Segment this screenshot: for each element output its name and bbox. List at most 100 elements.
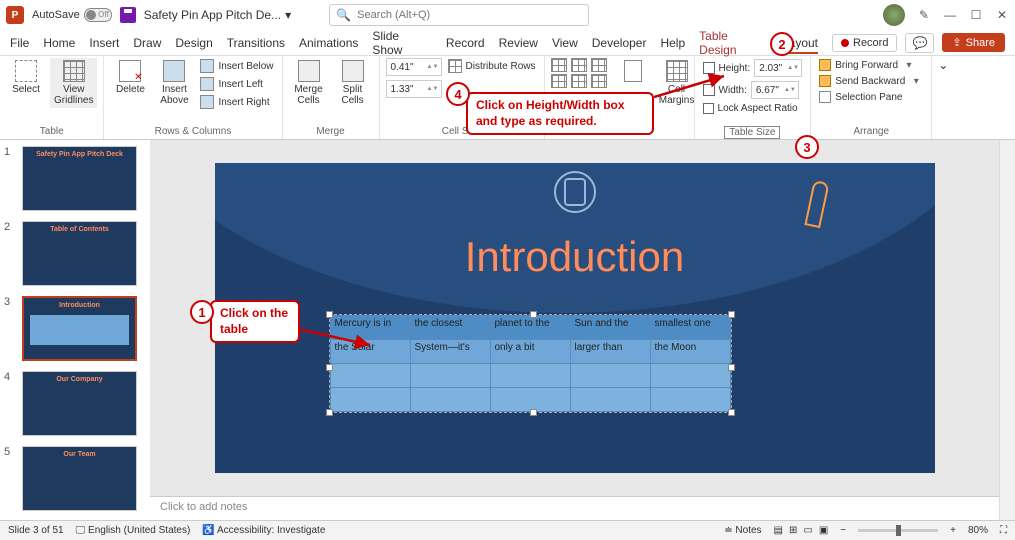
accessibility-status[interactable]: ♿ Accessibility: Investigate (202, 525, 325, 536)
minimize-icon[interactable]: — (943, 8, 957, 22)
menu-review[interactable]: Review (499, 36, 538, 50)
menu-help[interactable]: Help (660, 36, 685, 50)
menu-file[interactable]: File (10, 36, 29, 50)
row-height-input[interactable]: 0.41"▲▼ (386, 58, 442, 76)
selection-handle[interactable] (326, 311, 333, 318)
share-button[interactable]: ⇪Share (942, 33, 1005, 52)
col-width-input[interactable]: 1.33"▲▼ (386, 80, 442, 98)
selection-handle[interactable] (530, 311, 537, 318)
toggle-icon[interactable]: Off (84, 8, 112, 22)
slide-table[interactable]: Mercury is in the closest planet to the … (329, 314, 732, 413)
bring-forward-button[interactable]: Bring Forward▾ (817, 58, 925, 72)
spinner-icon[interactable]: ▲▼ (427, 65, 437, 70)
slideshow-view-icon[interactable]: ▣ (819, 525, 828, 536)
language-status[interactable]: 🖵 English (United States) (76, 525, 191, 536)
insert-right-button[interactable]: Insert Right (198, 94, 275, 110)
normal-view-icon[interactable]: ▤ (774, 525, 783, 536)
spinner-icon[interactable]: ▲▼ (784, 88, 794, 93)
menu-draw[interactable]: Draw (133, 36, 161, 50)
menu-transitions[interactable]: Transitions (227, 36, 285, 50)
insert-above-button[interactable]: Insert Above (154, 58, 194, 108)
selection-handle[interactable] (728, 364, 735, 371)
thumb-1[interactable]: 1Safety Pin App Pitch Deck (4, 146, 146, 211)
table-cell[interactable]: planet to the (490, 316, 570, 340)
zoom-slider[interactable] (858, 529, 938, 532)
text-direction-button[interactable] (613, 58, 653, 84)
zoom-out-icon[interactable]: − (840, 525, 846, 536)
table-cell[interactable]: smallest one (650, 316, 730, 340)
menu-developer[interactable]: Developer (592, 36, 647, 50)
selection-handle[interactable] (530, 409, 537, 416)
zoom-value[interactable]: 80% (968, 525, 988, 536)
table-cell[interactable]: Sun and the (570, 316, 650, 340)
ribbon-collapse[interactable]: ⌄ (932, 56, 954, 139)
table-width-input[interactable]: 6.67"▲▼ (751, 81, 799, 99)
view-gridlines-button[interactable]: View Gridlines (50, 58, 97, 108)
notes-button[interactable]: ≐ Notes (724, 525, 761, 536)
menu-view[interactable]: View (552, 36, 578, 50)
thumb-4[interactable]: 4Our Company (4, 371, 146, 436)
selection-handle[interactable] (326, 364, 333, 371)
thumb-2[interactable]: 2Table of Contents (4, 221, 146, 286)
menu-animations[interactable]: Animations (299, 36, 358, 50)
lock-aspect-checkbox[interactable]: Lock Aspect Ratio (701, 102, 805, 115)
selection-handle[interactable] (728, 311, 735, 318)
user-avatar[interactable] (883, 4, 905, 26)
thumb-5[interactable]: 5Our Team (4, 446, 146, 511)
search-input[interactable] (357, 9, 582, 21)
selection-handle[interactable] (728, 409, 735, 416)
table-height-input[interactable]: 2.03"▲▼ (754, 59, 802, 77)
table-cell[interactable]: the closest (410, 316, 490, 340)
selection-handle[interactable] (326, 409, 333, 416)
search-box[interactable]: 🔍 (329, 4, 589, 26)
menu-table-design[interactable]: Table Design (699, 29, 768, 57)
menu-insert[interactable]: Insert (89, 36, 119, 50)
insert-left-button[interactable]: Insert Left (198, 76, 275, 92)
table-cell[interactable]: System—it's (410, 340, 490, 364)
select-button[interactable]: Select (6, 58, 46, 97)
sorter-view-icon[interactable]: ⊞ (789, 525, 797, 536)
align-left-icon[interactable] (551, 58, 567, 72)
table-cell[interactable]: Mercury is in (330, 316, 410, 340)
menu-slideshow[interactable]: Slide Show (372, 29, 432, 57)
menu-design[interactable]: Design (175, 36, 212, 50)
align-middle-icon[interactable] (571, 74, 587, 88)
split-cells-button[interactable]: Split Cells (333, 58, 373, 108)
ink-icon[interactable]: ✎ (917, 8, 931, 22)
save-icon[interactable] (120, 7, 136, 23)
align-bottom-icon[interactable] (591, 74, 607, 88)
slide[interactable]: Introduction Mercury is in the closest p… (215, 163, 935, 473)
selection-pane-button[interactable]: Selection Pane (817, 90, 925, 104)
spinner-icon[interactable]: ▲▼ (787, 66, 797, 71)
zoom-in-icon[interactable]: + (950, 525, 956, 536)
comments-icon[interactable]: 💬 (905, 33, 934, 53)
record-button[interactable]: Record (832, 34, 897, 52)
distribute-rows-button[interactable]: Distribute Rows (446, 58, 538, 74)
autosave-toggle[interactable]: AutoSave Off (32, 8, 112, 22)
thumb-3[interactable]: 3Introduction (4, 296, 146, 361)
reading-view-icon[interactable]: ▭ (803, 525, 812, 536)
notes-pane[interactable]: Click to add notes (150, 496, 999, 520)
table-cell[interactable]: the Solar (330, 340, 410, 364)
chevron-down-icon[interactable]: ▾ (902, 60, 916, 71)
document-title[interactable]: Safety Pin App Pitch De... ▾ (144, 8, 291, 22)
table-cell[interactable]: only a bit (490, 340, 570, 364)
align-center-icon[interactable] (571, 58, 587, 72)
fit-view-icon[interactable]: ⛶ (1000, 525, 1007, 536)
table-cell[interactable]: the Moon (650, 340, 730, 364)
vertical-scrollbar[interactable] (999, 140, 1015, 520)
chevron-down-icon[interactable]: ▾ (909, 76, 923, 87)
close-icon[interactable]: ✕ (995, 8, 1009, 22)
menu-record[interactable]: Record (446, 36, 485, 50)
delete-button[interactable]: Delete (110, 58, 150, 97)
send-backward-button[interactable]: Send Backward▾ (817, 74, 925, 88)
align-right-icon[interactable] (591, 58, 607, 72)
maximize-icon[interactable]: ☐ (969, 8, 983, 22)
table-cell[interactable]: larger than (570, 340, 650, 364)
insert-below-button[interactable]: Insert Below (198, 58, 275, 74)
merge-cells-button[interactable]: Merge Cells (289, 58, 329, 108)
menu-home[interactable]: Home (43, 36, 75, 50)
slide-title[interactable]: Introduction (215, 233, 935, 281)
align-top-icon[interactable] (551, 74, 567, 88)
spinner-icon[interactable]: ▲▼ (427, 87, 437, 92)
